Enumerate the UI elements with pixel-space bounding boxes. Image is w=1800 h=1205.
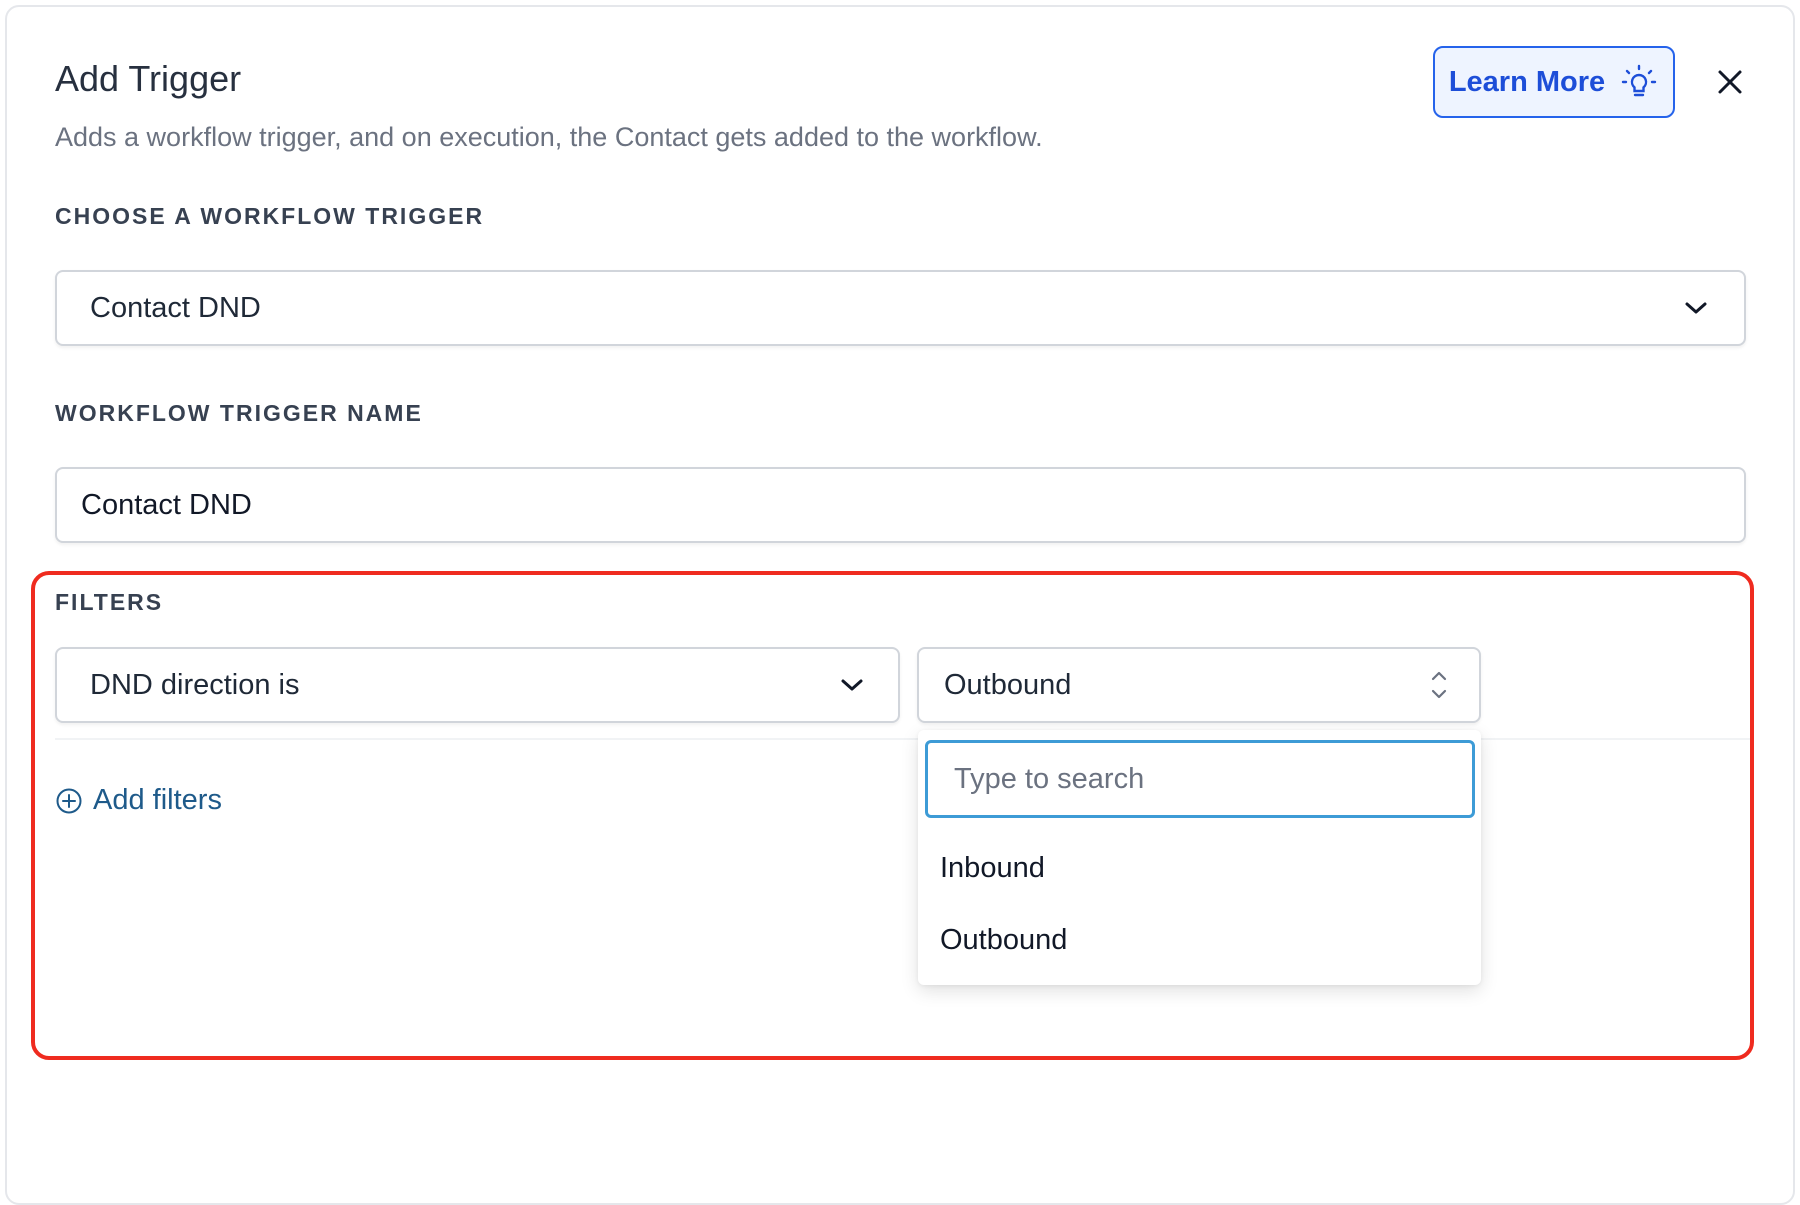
- lightbulb-icon: [1621, 64, 1657, 97]
- add-filters-link[interactable]: Add filters: [55, 784, 222, 817]
- filter-value-current: Outbound: [944, 668, 1072, 701]
- filter-row-divider: [55, 738, 1750, 740]
- trigger-name-label: WORKFLOW TRIGGER NAME: [55, 400, 423, 426]
- plus-circle-icon: [56, 788, 82, 813]
- panel-subtitle: Adds a workflow trigger, and on executio…: [55, 122, 1043, 152]
- filters-label: FILTERS: [55, 589, 164, 615]
- filter-condition-value: DND direction is: [90, 668, 300, 701]
- trigger-section-label: CHOOSE A WORKFLOW TRIGGER: [55, 203, 485, 229]
- dropdown-option-outbound[interactable]: Outbound: [918, 910, 1481, 970]
- close-icon: [1718, 70, 1742, 94]
- workflow-trigger-select[interactable]: Contact DND: [55, 270, 1746, 346]
- panel-title: Add Trigger: [55, 58, 242, 99]
- learn-more-button[interactable]: Learn More: [1433, 46, 1675, 118]
- dropdown-search-input[interactable]: [925, 740, 1475, 818]
- add-trigger-panel: [5, 5, 1795, 1205]
- learn-more-label: Learn More: [1448, 65, 1606, 98]
- trigger-selected-value: Contact DND: [90, 291, 261, 324]
- chevron-down-icon: [841, 679, 863, 691]
- close-button[interactable]: [1710, 62, 1750, 102]
- chevron-down-icon: [1685, 302, 1707, 314]
- filter-condition-select[interactable]: DND direction is: [55, 647, 900, 723]
- dropdown-option-inbound[interactable]: Inbound: [918, 838, 1481, 898]
- trigger-name-input[interactable]: [55, 467, 1746, 543]
- add-filters-label: Add filters: [93, 784, 222, 816]
- filter-value-select[interactable]: Outbound: [917, 647, 1481, 723]
- updown-chevron-icon: [1431, 671, 1447, 699]
